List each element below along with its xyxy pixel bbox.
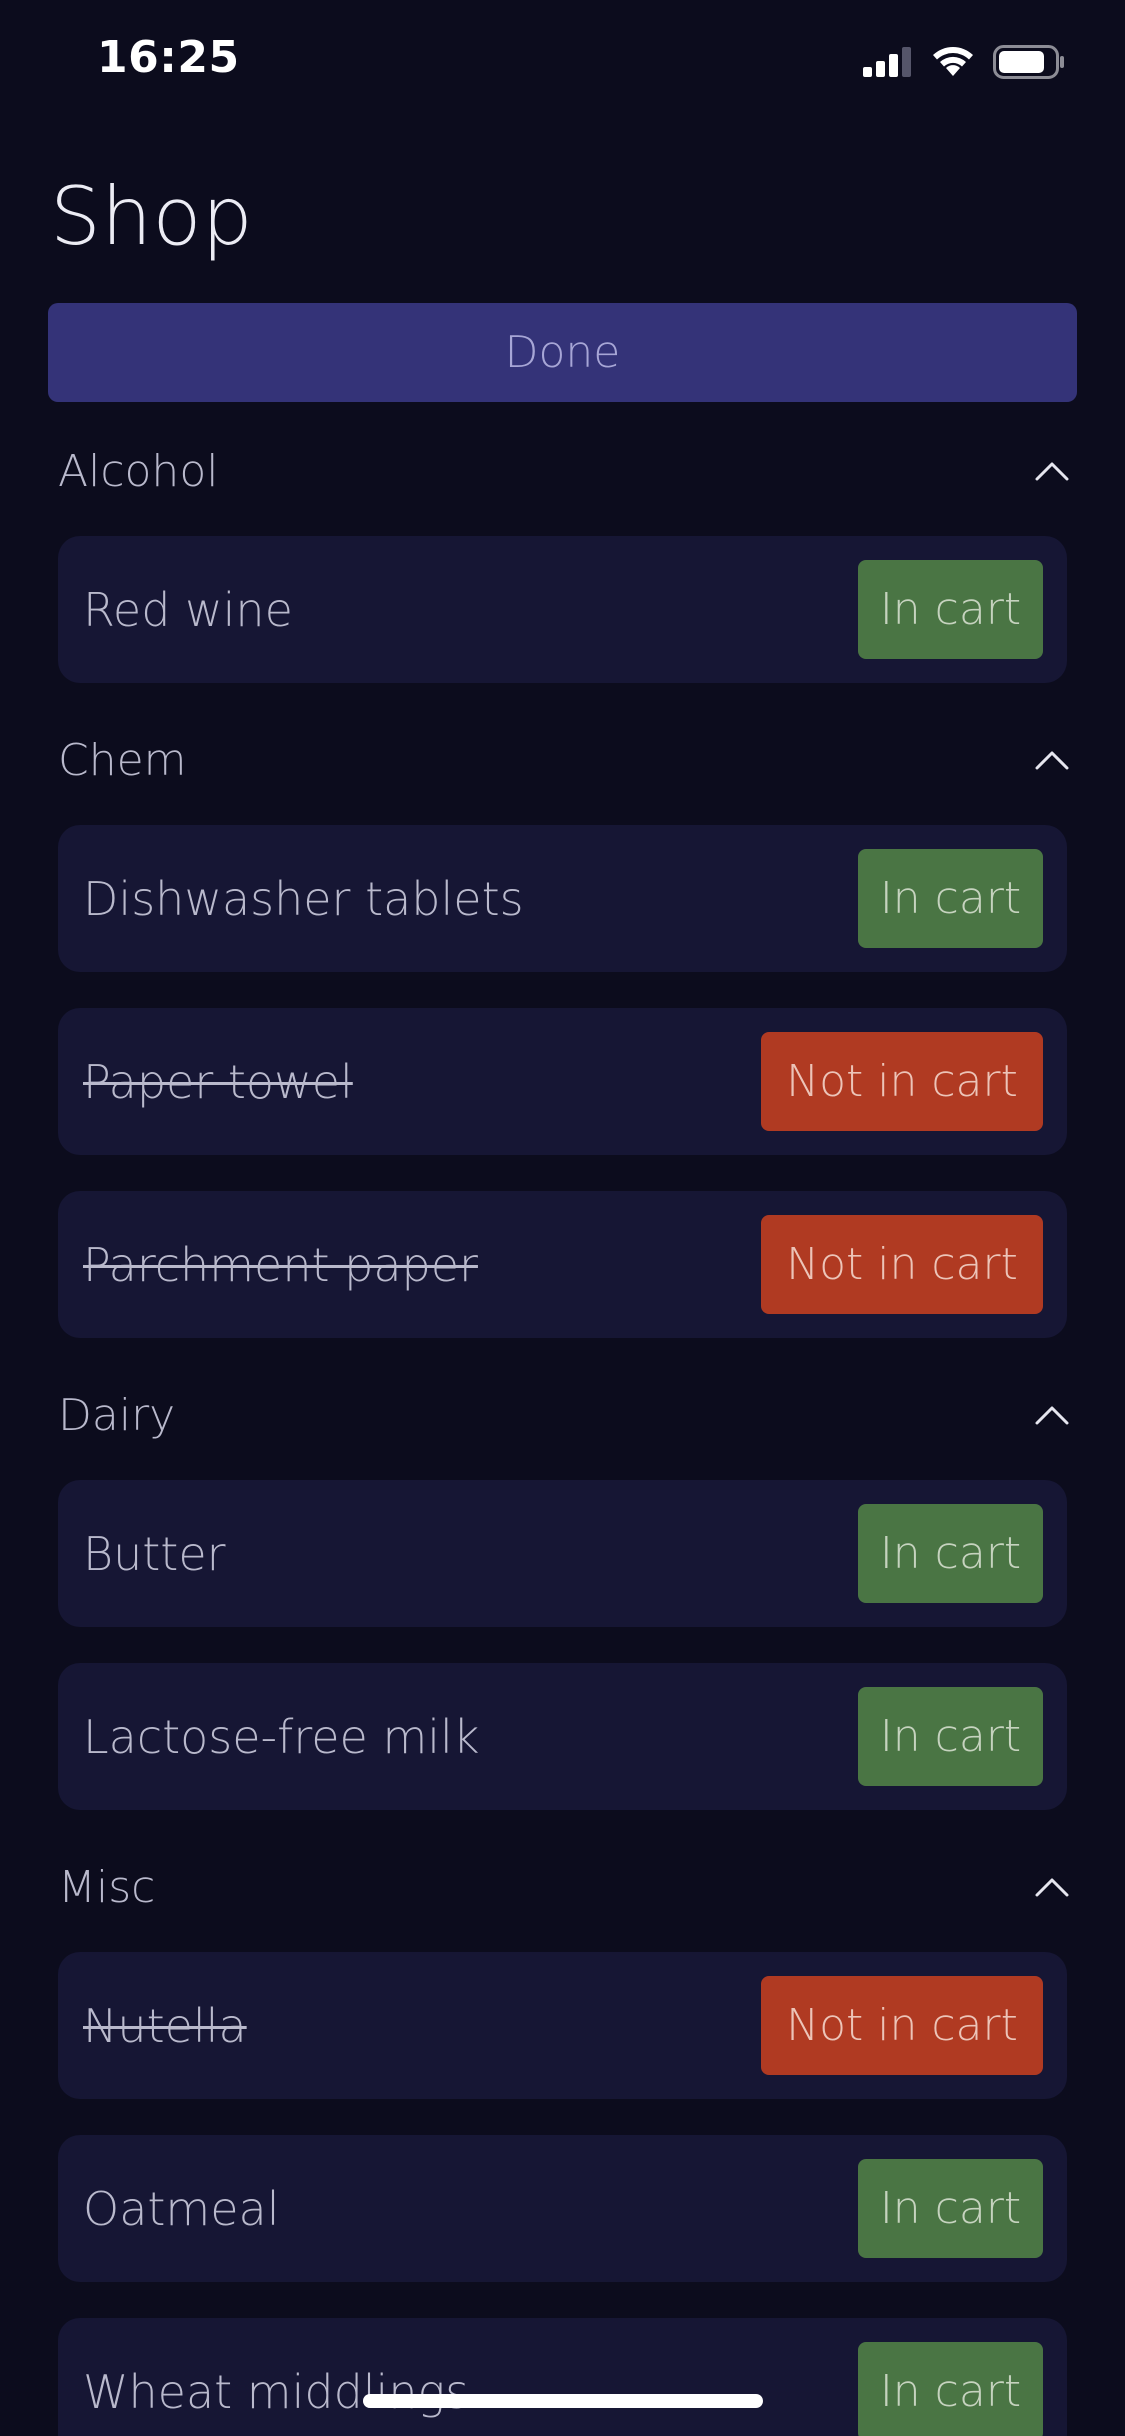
list-item[interactable]: Nutella Not in cart bbox=[58, 1952, 1067, 2099]
section-items: Nutella Not in cart Oatmeal In cart Wheat mi… bbox=[0, 1928, 1125, 2436]
shopping-list: Alcohol Red wine In cart Chem Dishwasher tab… bbox=[0, 430, 1125, 2436]
list-item[interactable]: Parchment paper Not in cart bbox=[58, 1191, 1067, 1338]
section-header-alcohol[interactable]: Alcohol bbox=[58, 430, 1070, 512]
item-name: Nutella bbox=[83, 1998, 247, 2053]
not-in-cart-button[interactable]: Not in cart bbox=[761, 1215, 1043, 1314]
section-title: Misc bbox=[58, 1861, 156, 1913]
cellular-signal-icon bbox=[863, 47, 911, 77]
item-name: Butter bbox=[83, 1526, 226, 1581]
home-indicator[interactable] bbox=[363, 2394, 763, 2408]
list-item[interactable]: Lactose-free milk In cart bbox=[58, 1663, 1067, 1810]
section-title: Dairy bbox=[58, 1389, 176, 1441]
status-bar: 16:25 bbox=[0, 0, 1125, 130]
item-name: Oatmeal bbox=[83, 2181, 280, 2236]
not-in-cart-button[interactable]: Not in cart bbox=[761, 1032, 1043, 1131]
section-header-dairy[interactable]: Dairy bbox=[58, 1374, 1070, 1456]
item-name: Red wine bbox=[83, 582, 293, 637]
section-items: Dishwasher tablets In cart Paper towel Not … bbox=[0, 801, 1125, 1338]
chevron-up-icon[interactable] bbox=[1034, 1875, 1070, 1899]
in-cart-button[interactable]: In cart bbox=[858, 2159, 1043, 2258]
list-item[interactable]: Dishwasher tablets In cart bbox=[58, 825, 1067, 972]
wifi-icon bbox=[933, 47, 973, 76]
section-title: Alcohol bbox=[58, 445, 219, 497]
item-name: Parchment paper bbox=[83, 1237, 478, 1292]
chevron-up-icon[interactable] bbox=[1034, 459, 1070, 483]
in-cart-button[interactable]: In cart bbox=[858, 1504, 1043, 1603]
item-name: Wheat middlings bbox=[83, 2364, 470, 2419]
chevron-up-icon[interactable] bbox=[1034, 748, 1070, 772]
in-cart-button[interactable]: In cart bbox=[858, 2342, 1043, 2436]
section-items: Red wine In cart bbox=[0, 512, 1125, 683]
section-header-chem[interactable]: Chem bbox=[58, 719, 1070, 801]
in-cart-button[interactable]: In cart bbox=[858, 849, 1043, 948]
battery-icon bbox=[993, 45, 1064, 79]
item-name: Dishwasher tablets bbox=[83, 871, 524, 926]
chevron-up-icon[interactable] bbox=[1034, 1403, 1070, 1427]
item-name: Lactose-free milk bbox=[83, 1709, 480, 1764]
list-item[interactable]: Red wine In cart bbox=[58, 536, 1067, 683]
not-in-cart-button[interactable]: Not in cart bbox=[761, 1976, 1043, 2075]
section-items: Butter In cart Lactose-free milk In cart bbox=[0, 1456, 1125, 1810]
list-item[interactable]: Butter In cart bbox=[58, 1480, 1067, 1627]
list-item[interactable]: Wheat middlings In cart bbox=[58, 2318, 1067, 2436]
in-cart-button[interactable]: In cart bbox=[858, 1687, 1043, 1786]
item-name: Paper towel bbox=[83, 1054, 353, 1109]
shop-screen: 16:25 Shop Done Alcohol Red wine In cart Ch… bbox=[0, 0, 1125, 2436]
status-time: 16:25 bbox=[97, 32, 240, 83]
status-icons bbox=[863, 42, 1065, 82]
list-item[interactable]: Oatmeal In cart bbox=[58, 2135, 1067, 2282]
in-cart-button[interactable]: In cart bbox=[858, 560, 1043, 659]
page-title: Shop bbox=[50, 170, 254, 263]
done-button[interactable]: Done bbox=[48, 303, 1077, 402]
section-title: Chem bbox=[58, 734, 187, 786]
section-header-misc[interactable]: Misc bbox=[58, 1846, 1070, 1928]
list-item[interactable]: Paper towel Not in cart bbox=[58, 1008, 1067, 1155]
